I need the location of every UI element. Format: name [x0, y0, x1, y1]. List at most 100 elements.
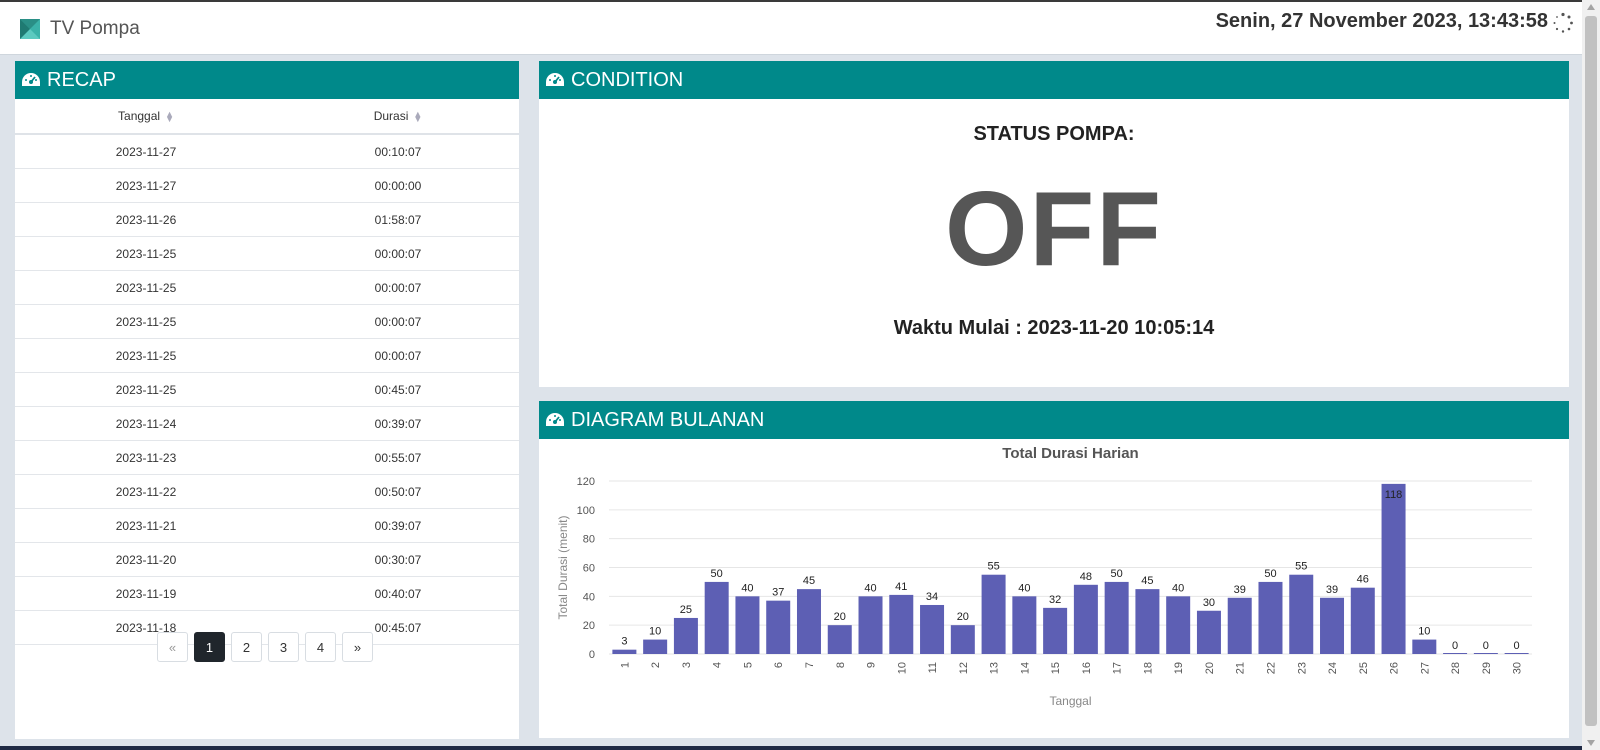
table-row: 2023-11-21 00:39:07: [15, 508, 519, 543]
cell-tanggal: 2023-11-27: [15, 134, 277, 169]
pagination: « 1 2 3 4 »: [157, 632, 373, 662]
pagination-next[interactable]: »: [342, 632, 373, 662]
recap-panel: RECAP Tanggal ▲ ▼ Durasi ▲ ▼ 2023-11-27 00:10…: [15, 61, 519, 739]
data-label: 50: [1264, 568, 1276, 580]
cell-durasi: 00:00:07: [277, 236, 519, 271]
cell-tanggal: 2023-11-25: [15, 304, 277, 339]
table-row: 2023-11-25 00:00:07: [15, 304, 519, 339]
cell-tanggal: 2023-11-25: [15, 372, 277, 407]
bar: [1012, 596, 1037, 654]
bar: [1258, 581, 1283, 654]
cell-durasi: 01:58:07: [277, 202, 519, 237]
x-tick-label: 18: [1142, 662, 1154, 674]
x-tick-label: 28: [1450, 662, 1462, 674]
table-row: 2023-11-26 01:58:07: [15, 202, 519, 237]
data-label: 46: [1357, 574, 1369, 586]
bar: [796, 589, 821, 654]
cell-durasi: 00:55:07: [277, 440, 519, 475]
brand[interactable]: TV Pompa: [20, 18, 140, 40]
table-row: 2023-11-27 00:00:00: [15, 168, 519, 203]
cell-durasi: 00:50:07: [277, 474, 519, 509]
data-label: 50: [711, 568, 723, 580]
taskbar-edge: [0, 746, 1582, 750]
status-label: STATUS POMPA:: [973, 123, 1135, 145]
bar: [1104, 581, 1129, 654]
sort-icon: ▲ ▼: [413, 108, 423, 124]
y-tick-label: 100: [577, 505, 595, 517]
top-navbar: TV Pompa Senin, 27 November 2023, 13:43:…: [0, 0, 1582, 55]
x-tick-label: 6: [773, 662, 785, 668]
status-value: OFF: [945, 170, 1163, 288]
bar: [704, 581, 729, 654]
x-tick-label: 5: [742, 662, 754, 668]
pagination-page-2[interactable]: 2: [231, 632, 262, 662]
data-label: 34: [926, 591, 938, 603]
bar: [1443, 653, 1468, 654]
table-row: 2023-11-25 00:00:07: [15, 270, 519, 305]
cell-tanggal: 2023-11-27: [15, 168, 277, 203]
table-row: 2023-11-20 00:30:07: [15, 542, 519, 577]
recap-header: RECAP: [15, 61, 519, 99]
column-header-durasi[interactable]: Durasi ▲ ▼: [277, 99, 519, 135]
scrollbar-thumb[interactable]: [1585, 16, 1597, 726]
bar: [827, 625, 852, 654]
y-tick-label: 20: [583, 620, 595, 632]
table-row: 2023-11-25 00:00:07: [15, 338, 519, 373]
data-label: 45: [803, 575, 815, 587]
bar: [1073, 584, 1098, 654]
x-tick-label: 4: [712, 662, 724, 668]
bar: [1381, 483, 1406, 654]
data-label: 20: [834, 611, 846, 623]
pagination-page-4[interactable]: 4: [305, 632, 336, 662]
data-label: 3: [621, 636, 627, 648]
bar: [1289, 574, 1314, 654]
dashboard-icon: [546, 413, 564, 426]
pagination-page-1[interactable]: 1: [194, 632, 225, 662]
pagination-page-3[interactable]: 3: [268, 632, 299, 662]
x-tick-label: 12: [958, 662, 970, 674]
scroll-down-icon[interactable]: [1587, 740, 1595, 746]
bar: [1135, 589, 1160, 654]
x-tick-label: 21: [1235, 662, 1247, 674]
scroll-up-icon[interactable]: [1587, 4, 1595, 10]
pagination-prev[interactable]: «: [157, 632, 188, 662]
cell-durasi: 00:10:07: [277, 134, 519, 169]
loading-spinner-icon: [1553, 12, 1573, 33]
data-label: 10: [649, 626, 661, 638]
x-tick-label: 26: [1389, 662, 1401, 674]
column-header-tanggal[interactable]: Tanggal ▲ ▼: [15, 99, 277, 135]
data-label: 40: [864, 582, 876, 594]
bar: [643, 639, 668, 654]
cell-durasi: 00:00:07: [277, 270, 519, 305]
daily-duration-chart: Total Durasi Harian020406080100120Total …: [556, 445, 1532, 708]
cell-durasi: 00:00:00: [277, 168, 519, 203]
bar: [889, 594, 914, 654]
cell-durasi: 00:39:07: [277, 406, 519, 441]
cell-tanggal: 2023-11-21: [15, 508, 277, 543]
y-tick-label: 80: [583, 534, 595, 546]
data-label: 45: [1141, 575, 1153, 587]
cell-tanggal: 2023-11-26: [15, 202, 277, 237]
condition-panel: CONDITION STATUS POMPA: OFF Waktu Mulai …: [539, 61, 1569, 387]
data-label: 40: [1018, 582, 1030, 594]
bar: [766, 600, 791, 654]
cell-durasi: 00:45:07: [277, 372, 519, 407]
bar: [1504, 653, 1529, 654]
diagram-header: DIAGRAM BULANAN: [539, 401, 1569, 439]
x-tick-label: 15: [1050, 662, 1062, 674]
x-tick-label: 25: [1358, 662, 1370, 674]
vertical-scrollbar[interactable]: [1582, 0, 1600, 750]
cell-tanggal: 2023-11-25: [15, 338, 277, 373]
cell-durasi: 00:30:07: [277, 542, 519, 577]
app-logo-icon: [20, 19, 40, 39]
table-row: 2023-11-24 00:39:07: [15, 406, 519, 441]
cell-durasi: 00:39:07: [277, 508, 519, 543]
x-axis-label: Tanggal: [1049, 694, 1091, 708]
x-tick-label: 19: [1173, 662, 1185, 674]
data-label: 0: [1514, 640, 1520, 652]
table-row: 2023-11-25 00:00:07: [15, 236, 519, 271]
cell-tanggal: 2023-11-23: [15, 440, 277, 475]
cell-durasi: 00:40:07: [277, 576, 519, 611]
x-tick-label: 17: [1112, 662, 1124, 674]
x-tick-label: 27: [1419, 662, 1431, 674]
